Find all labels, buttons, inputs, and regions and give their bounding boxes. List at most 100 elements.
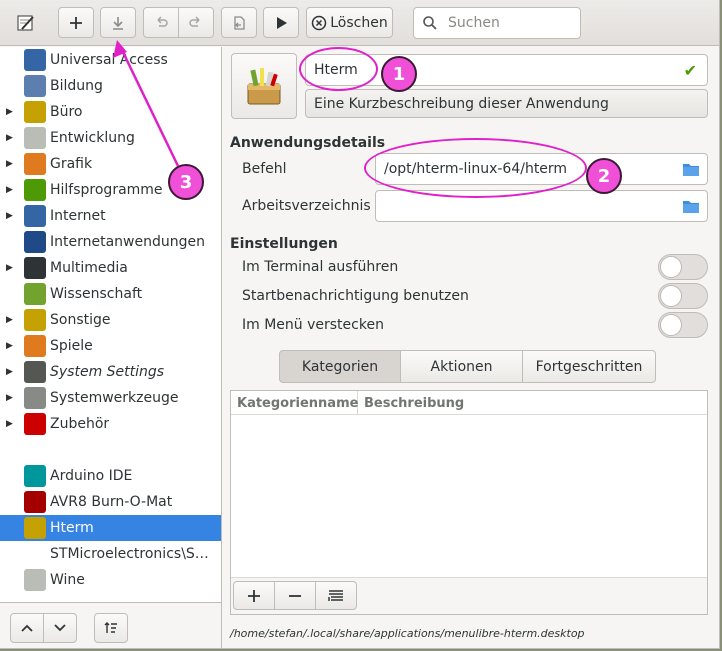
sidebar-item-label: Universal Access <box>50 52 168 68</box>
app-icon-button[interactable] <box>231 53 297 119</box>
column-header-description[interactable]: Beschreibung <box>358 391 707 415</box>
categories-table[interactable]: Kategorienname Beschreibung <box>230 390 708 615</box>
sidebar-item-label: Büro <box>50 104 83 120</box>
sidebar-category-spiele[interactable]: ▶ Spiele <box>0 333 221 359</box>
sidebar-item-label: Spiele <box>50 338 93 354</box>
tab-label: Kategorien <box>301 358 379 375</box>
games-icon <box>24 335 46 357</box>
undo-icon <box>157 15 168 27</box>
expander-arrow-icon[interactable]: ▶ <box>6 263 16 273</box>
sidebar-category-universal-access[interactable]: ▶Universal Access <box>0 47 221 73</box>
development-icon <box>24 127 46 149</box>
science-icon <box>24 283 46 305</box>
sidebar-category-system-settings[interactable]: ▶ System Settings <box>0 359 221 385</box>
tab-aktionen[interactable]: Aktionen <box>400 350 523 383</box>
annotation-ellipse-name <box>299 47 378 91</box>
revert-button[interactable] <box>221 7 257 38</box>
sidebar-app-item[interactable]: STMicroelectronics\ST... <box>0 541 221 567</box>
sidebar-item-label: Internet <box>50 208 106 224</box>
sidebar-category-sonstige[interactable]: ▶ Sonstige <box>0 307 221 333</box>
expander-arrow-icon[interactable]: ▶ <box>6 419 16 429</box>
sidebar-app-item[interactable]: Hterm <box>0 515 221 541</box>
terminal-switch[interactable] <box>658 254 708 280</box>
avr8-icon <box>24 491 46 513</box>
tab-fortgeschritten[interactable]: Fortgeschritten <box>522 350 656 383</box>
sidebar-item-label: Hilfsprogramme <box>50 182 163 198</box>
search-input[interactable]: Suchen <box>413 7 581 39</box>
expander-arrow-icon[interactable]: ▶ <box>6 315 16 325</box>
sidebar-category-entwicklung[interactable]: ▶ Entwicklung <box>0 125 221 151</box>
blank-icon <box>24 543 46 565</box>
table-toolbar <box>231 577 707 614</box>
expander-arrow-icon[interactable]: ▶ <box>6 393 16 403</box>
sidebar-app-item[interactable]: Arduino IDE <box>0 463 221 489</box>
delete-button[interactable]: Löschen <box>306 7 393 38</box>
expander-arrow-icon[interactable]: ▶ <box>6 367 16 377</box>
redo-icon <box>189 15 200 27</box>
sidebar-category-multimedia[interactable]: ▶ Multimedia <box>0 255 221 281</box>
undo-button[interactable] <box>143 7 179 38</box>
save-button[interactable] <box>100 7 136 38</box>
sidebar-item-label: Internetanwendungen <box>50 234 205 250</box>
expander-arrow-icon[interactable]: ▶ <box>6 159 16 169</box>
hide-switch[interactable] <box>658 312 708 338</box>
expander-arrow-icon[interactable]: ▶ <box>6 107 16 117</box>
run-button[interactable] <box>263 7 299 38</box>
sidebar-category-bildung[interactable]: ▶Bildung <box>0 73 221 99</box>
app-menu-icon[interactable] <box>16 13 36 33</box>
clear-categories-button[interactable] <box>315 581 357 610</box>
graphics-icon <box>24 153 46 175</box>
remove-category-button[interactable] <box>274 581 316 610</box>
sidebar-toolbar <box>0 602 222 648</box>
column-header-name[interactable]: Kategorienname <box>231 391 358 415</box>
folder-icon[interactable] <box>683 162 699 176</box>
sidebar-app-item[interactable]: AVR8 Burn-O-Mat <box>0 489 221 515</box>
sidebar-item-label: Entwicklung <box>50 130 135 146</box>
notification-switch[interactable] <box>658 283 708 309</box>
annotation-ellipse-command <box>364 138 587 198</box>
notification-setting-label: Startbenachrichtigung benutzen <box>242 288 469 304</box>
desktop-file-path: /home/stefan/.local/share/applications/m… <box>230 627 585 640</box>
annotation-badge-2: 2 <box>586 158 622 194</box>
sidebar-category-systemwerkzeuge[interactable]: ▶ Systemwerkzeuge <box>0 385 221 411</box>
hterm-icon <box>247 68 281 105</box>
add-category-button[interactable] <box>233 581 275 610</box>
accessibility-icon <box>24 49 46 71</box>
details-section-title: Anwendungsdetails <box>230 135 386 151</box>
internet-icon <box>24 205 46 227</box>
sidebar-category-wissenschaft[interactable]: ▶Wissenschaft <box>0 281 221 307</box>
revert-icon <box>234 15 245 30</box>
accessories-icon <box>24 413 46 435</box>
workdir-label: Arbeitsverzeichnis <box>242 198 371 214</box>
expander-arrow-icon[interactable]: ▶ <box>6 211 16 221</box>
move-down-button[interactable] <box>43 613 77 643</box>
sidebar-item-label: Systemwerkzeuge <box>50 390 179 406</box>
delete-button-label: Löschen <box>330 14 388 31</box>
add-icon <box>248 589 260 602</box>
app-description-field[interactable]: Eine Kurzbeschreibung dieser Anwendung <box>305 89 708 118</box>
sidebar-item-label: Grafik <box>50 156 93 172</box>
sidebar-category-internet[interactable]: ▶ Internet <box>0 203 221 229</box>
editor-tabs: Kategorien Aktionen Fortgeschritten <box>279 350 656 383</box>
tab-kategorien[interactable]: Kategorien <box>279 350 401 383</box>
category-tree[interactable]: ▶Universal Access▶Bildung▶Büro▶Entwicklu… <box>0 47 222 602</box>
sort-button[interactable] <box>94 613 128 643</box>
expander-arrow-icon[interactable]: ▶ <box>6 185 16 195</box>
wine-icon <box>24 569 46 591</box>
expander-arrow-icon[interactable]: ▶ <box>6 133 16 143</box>
sidebar-item-label: Sonstige <box>50 312 111 328</box>
search-icon <box>423 16 437 30</box>
redo-button[interactable] <box>178 7 214 38</box>
sort-icon <box>104 622 117 633</box>
sidebar-app-item[interactable]: Wine <box>0 567 221 593</box>
expander-arrow-icon[interactable]: ▶ <box>6 341 16 351</box>
terminal-setting-label: Im Terminal ausführen <box>242 259 399 275</box>
sidebar-category-büro[interactable]: ▶ Büro <box>0 99 221 125</box>
switch-knob <box>660 285 682 307</box>
sidebar-category-zubehör[interactable]: ▶ Zubehör <box>0 411 221 437</box>
add-button[interactable] <box>58 7 94 38</box>
switch-knob <box>660 314 682 336</box>
sidebar-category-internetanwendungen[interactable]: ▶Internetanwendungen <box>0 229 221 255</box>
move-up-button[interactable] <box>10 613 44 643</box>
folder-icon[interactable] <box>683 199 699 213</box>
